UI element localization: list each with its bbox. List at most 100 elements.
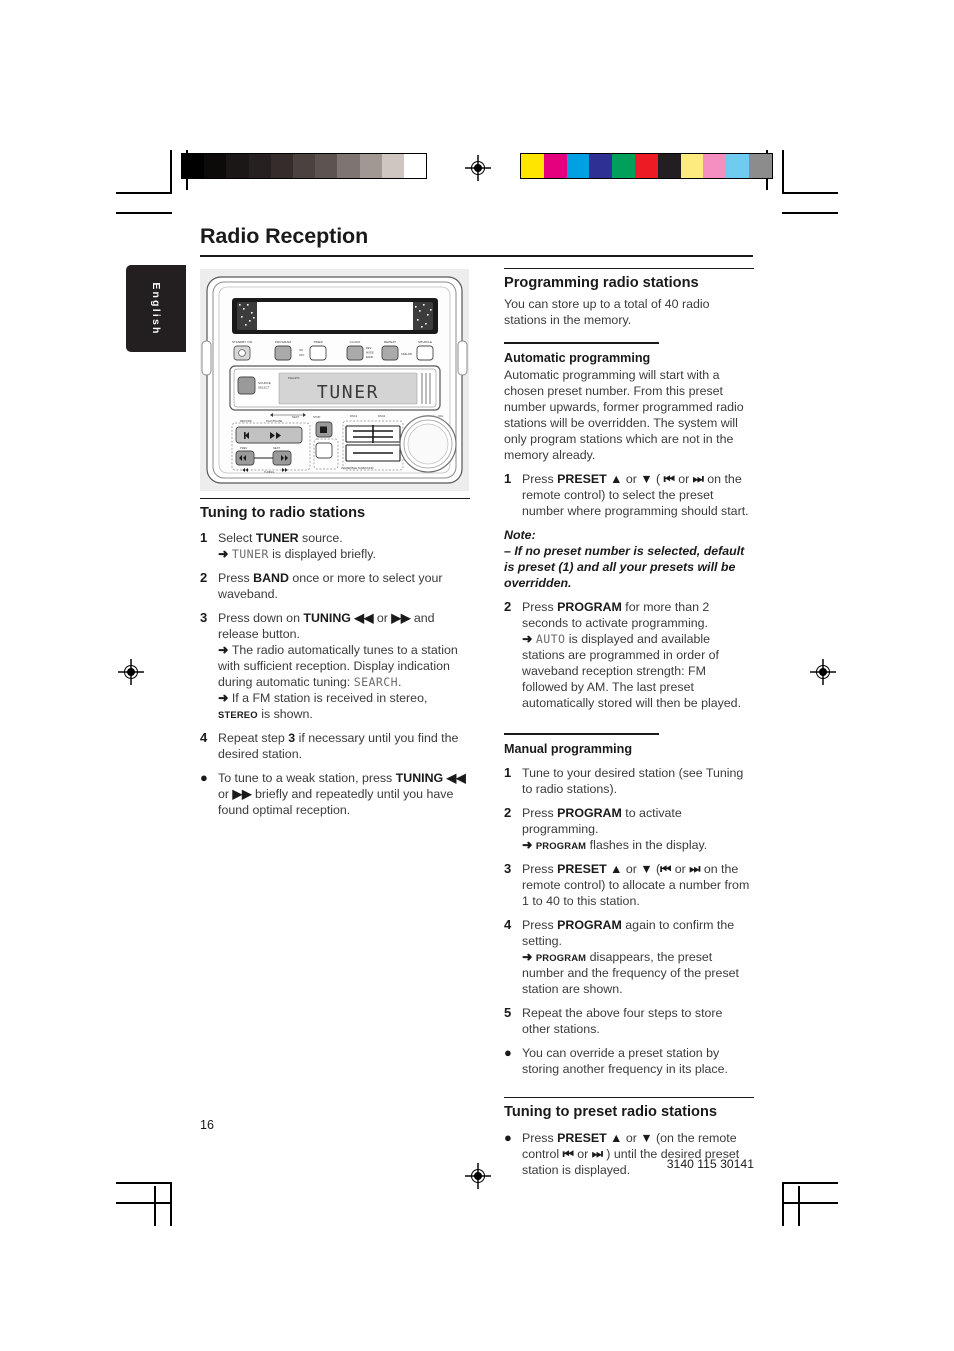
instruction-step: 2 Press PROGRAM for more than 2 seconds t…	[504, 599, 754, 711]
svg-text:NEXT: NEXT	[273, 446, 281, 450]
text-run: Press	[522, 918, 558, 933]
svg-text:DSC2: DSC2	[378, 414, 386, 418]
device-illustration: STANDBY·ON PROGRAM TIMER CLOCK REPEAT SH…	[200, 269, 469, 491]
arrow-icon: ➜	[522, 950, 536, 965]
svg-text:PROGRAM: PROGRAM	[275, 340, 291, 344]
svg-text:SOURCE: SOURCE	[258, 381, 271, 385]
calibration-swatch	[204, 154, 227, 178]
left-column: Tuning to radio stations 1 Select TUNER s…	[200, 498, 470, 818]
step-text: Press PRESET ▲ or ▼ (⏮ or ⏭ on the remot…	[522, 861, 754, 909]
svg-text:PHILIPS: PHILIPS	[288, 376, 300, 380]
text-run: ▼	[640, 1130, 653, 1145]
text-run: Press	[522, 600, 558, 615]
text-run: ⏮	[660, 862, 672, 877]
step-bullet-icon: ●	[504, 1045, 512, 1061]
calibration-swatch	[703, 154, 727, 178]
note-label: Note:	[504, 528, 536, 543]
arrow-icon: ➜	[218, 547, 232, 562]
calibration-swatch	[226, 154, 249, 178]
svg-text:PREV: PREV	[240, 446, 248, 450]
text-run: AUTO	[535, 632, 566, 647]
text-run: .	[397, 675, 402, 690]
svg-text:ON: ON	[299, 348, 303, 352]
step-text: Tune to your desired station (see Tuning…	[522, 765, 754, 797]
calibration-swatch	[680, 154, 704, 178]
instruction-step: ● You can override a preset station by st…	[504, 1045, 754, 1077]
arrow-icon: ➜	[522, 838, 536, 853]
text-run: To tune to a weak station, press	[218, 771, 396, 786]
text-run: ▼	[640, 472, 653, 487]
step-text: Press PRESET ▲ or ▼ ( ⏮ or ⏭ on the remo…	[522, 471, 754, 519]
section-heading-tuning: Tuning to radio stations	[200, 498, 470, 522]
subsection-heading-automatic: Automatic programming	[504, 350, 651, 365]
step-number: 2	[504, 805, 512, 821]
step-text: Press down on TUNING ◀◀ or ▶▶ and releas…	[218, 610, 470, 722]
device-display-text: TUNER	[317, 382, 379, 403]
text-run: ⏮	[663, 472, 675, 487]
calibration-swatch	[657, 154, 681, 178]
text-run: Press	[522, 472, 558, 487]
crop-mark-br2-h	[782, 1202, 838, 1204]
calibration-swatch	[726, 154, 749, 178]
calibration-swatch	[634, 154, 658, 178]
crop-mark-bl-h	[116, 1182, 172, 1184]
page-title: Radio Reception	[200, 224, 369, 248]
manual-divider	[504, 733, 659, 735]
text-run: PROGRAM	[557, 806, 622, 821]
step-text: Repeat the above four steps to store oth…	[522, 1005, 754, 1037]
section-heading-preset-tuning: Tuning to preset radio stations	[504, 1097, 754, 1121]
text-run: is shown.	[257, 707, 313, 722]
instruction-step: 4 Repeat step 3 if necessary until you fi…	[200, 730, 470, 762]
colour-calibration-bar	[520, 153, 773, 179]
text-run: Press down on	[218, 611, 304, 626]
calibration-swatch	[359, 154, 382, 178]
svg-text:PLAY/PAUSE: PLAY/PAUSE	[266, 419, 283, 423]
step-number: 4	[504, 917, 512, 933]
text-run: TUNING ◀◀	[395, 771, 466, 786]
instruction-step: 2 Press PROGRAM to activate programming. ➜…	[504, 805, 754, 853]
automatic-note: Note: – If no preset number is selected,…	[504, 527, 754, 591]
instruction-step: 3 Press down on TUNING ◀◀ or ▶▶ and relea…	[200, 610, 470, 722]
text-run: or	[674, 472, 693, 487]
text-run: ▶▶	[232, 787, 252, 802]
text-run: You can override a preset station by sto…	[522, 1046, 728, 1077]
calibration-swatch	[315, 154, 338, 178]
language-tab: English	[126, 265, 186, 352]
text-run: Press	[522, 1130, 558, 1145]
svg-text:SELECT: SELECT	[258, 386, 270, 390]
auto-divider	[504, 342, 659, 344]
svg-text:MODE: MODE	[366, 351, 374, 355]
text-run: or	[622, 1130, 641, 1145]
text-run: PROGRAM	[535, 952, 587, 964]
svg-text:REPEAT: REPEAT	[384, 340, 396, 344]
step-bullet-icon: ●	[200, 770, 208, 786]
step-number: 1	[200, 530, 208, 546]
crop-mark-br-v	[782, 1182, 784, 1226]
text-run: PRESET ▲	[557, 1130, 623, 1145]
text-run: Tune to your desired station (see Tuning…	[522, 766, 744, 797]
svg-text:STOP: STOP	[313, 415, 320, 419]
programming-intro: You can store up to a total of 40 radio …	[504, 297, 710, 328]
subsection-heading-manual: Manual programming	[504, 741, 633, 756]
calibration-swatch	[612, 154, 635, 178]
instruction-step: ● To tune to a weak station, press TUNING…	[200, 770, 470, 818]
text-run: TUNER	[255, 531, 299, 546]
step-number: 2	[504, 599, 512, 615]
calibration-swatch	[748, 154, 772, 178]
step-text: Press PROGRAM again to confirm the setti…	[522, 917, 754, 997]
crop-mark-bl-v2	[154, 1186, 156, 1226]
text-run: is displayed briefly.	[268, 547, 376, 562]
svg-text:CLOCK: CLOCK	[350, 340, 362, 344]
text-run: source.	[298, 531, 343, 546]
instruction-step: 1 Select TUNER source. ➜ TUNER is displaye…	[200, 530, 470, 562]
grayscale-calibration-bar	[181, 153, 428, 179]
text-run: briefly and repeatedly until you have fo…	[218, 787, 454, 818]
calibration-swatch	[182, 154, 205, 178]
svg-text:RECORD: RECORD	[240, 419, 252, 423]
right-column: Programming radio stations You can store…	[504, 268, 754, 1178]
text-run: ▼	[640, 862, 653, 877]
text-run: PROGRAM	[557, 600, 622, 615]
text-run: The radio automatically tunes to a stati…	[218, 643, 458, 690]
step-text: Press BAND once or more to select your w…	[218, 570, 470, 602]
registration-target-bottom	[465, 1163, 491, 1189]
